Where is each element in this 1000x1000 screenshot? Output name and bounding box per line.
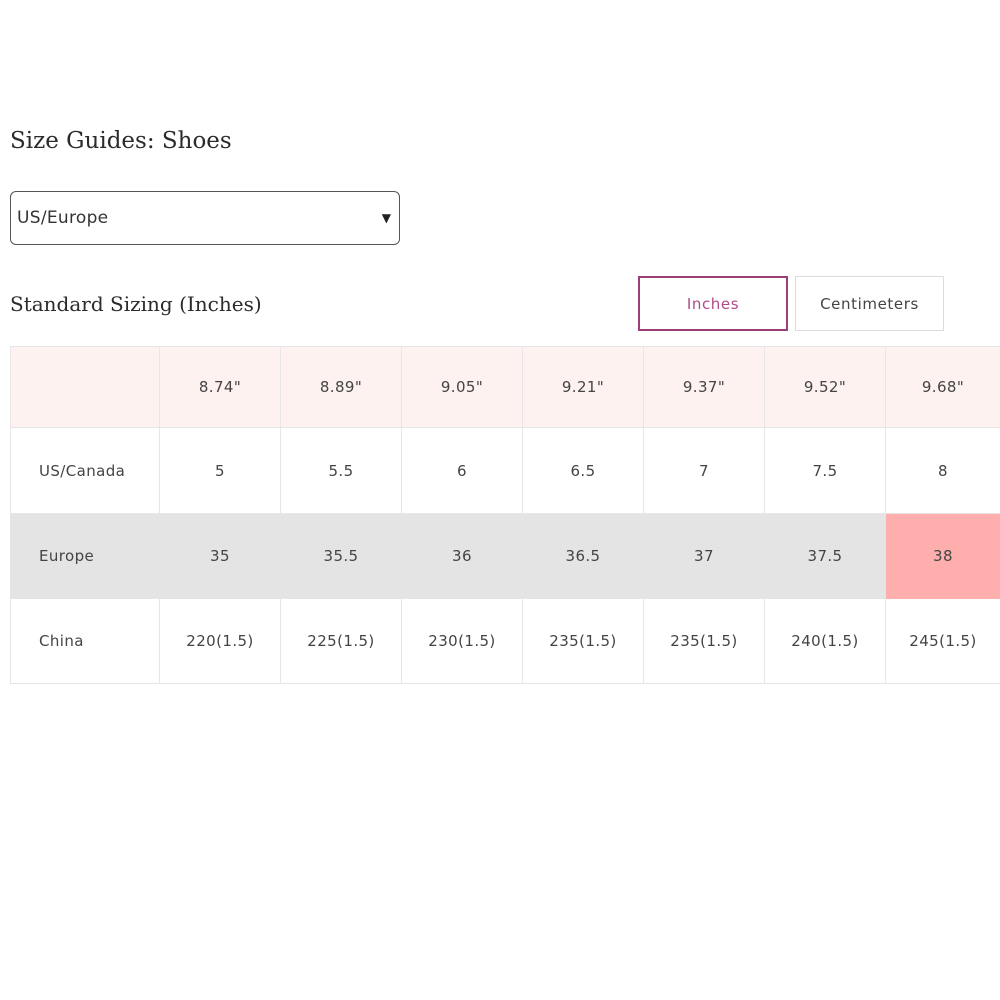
table-header-cell: 9.21" bbox=[522, 346, 644, 428]
table-cell: 235(1.5) bbox=[522, 598, 644, 684]
table-cell: 245(1.5) bbox=[885, 598, 1000, 684]
table-cell: 7 bbox=[643, 427, 765, 514]
table-header-cell: 9.52" bbox=[764, 346, 886, 428]
table-header-label bbox=[10, 346, 160, 428]
table-header-cell: 9.05" bbox=[401, 346, 523, 428]
row-label: Europe bbox=[10, 513, 160, 599]
table-cell: 225(1.5) bbox=[280, 598, 402, 684]
table-header-cell: 8.89" bbox=[280, 346, 402, 428]
table-cell: 37 bbox=[643, 513, 765, 599]
table-cell-highlighted: 38 bbox=[885, 513, 1000, 599]
section-title: Standard Sizing (Inches) bbox=[10, 292, 262, 316]
table-cell: 6.5 bbox=[522, 427, 644, 514]
table-cell: 35 bbox=[159, 513, 281, 599]
table-header-row: 8.74" 8.89" 9.05" 9.21" 9.37" 9.52" 9.68… bbox=[10, 346, 1000, 428]
table-cell: 36.5 bbox=[522, 513, 644, 599]
table-cell: 8 bbox=[885, 427, 1000, 514]
table-cell: 5.5 bbox=[280, 427, 402, 514]
row-label: US/Canada bbox=[10, 427, 160, 514]
centimeters-button[interactable]: Centimeters bbox=[795, 276, 944, 331]
table-row-us-canada: US/Canada 5 5.5 6 6.5 7 7.5 8 bbox=[10, 427, 1000, 514]
size-table: 8.74" 8.89" 9.05" 9.21" 9.37" 9.52" 9.68… bbox=[10, 346, 1000, 684]
row-label: China bbox=[10, 598, 160, 684]
page-title: Size Guides: Shoes bbox=[10, 128, 232, 154]
table-header-cell: 8.74" bbox=[159, 346, 281, 428]
table-cell: 37.5 bbox=[764, 513, 886, 599]
table-row-europe: Europe 35 35.5 36 36.5 37 37.5 38 bbox=[10, 513, 1000, 599]
table-cell: 36 bbox=[401, 513, 523, 599]
table-header-cell: 9.68" bbox=[885, 346, 1000, 428]
table-cell: 230(1.5) bbox=[401, 598, 523, 684]
table-cell: 220(1.5) bbox=[159, 598, 281, 684]
table-cell: 240(1.5) bbox=[764, 598, 886, 684]
inches-button[interactable]: Inches bbox=[638, 276, 788, 331]
table-cell: 35.5 bbox=[280, 513, 402, 599]
caret-down-icon: ▼ bbox=[381, 211, 391, 225]
table-cell: 7.5 bbox=[764, 427, 886, 514]
table-cell: 235(1.5) bbox=[643, 598, 765, 684]
table-cell: 6 bbox=[401, 427, 523, 514]
table-cell: 5 bbox=[159, 427, 281, 514]
table-header-cell: 9.37" bbox=[643, 346, 765, 428]
table-row-china: China 220(1.5) 225(1.5) 230(1.5) 235(1.5… bbox=[10, 598, 1000, 684]
region-select-value: US/Europe bbox=[17, 208, 109, 228]
region-select[interactable]: US/Europe ▼ bbox=[10, 191, 400, 245]
